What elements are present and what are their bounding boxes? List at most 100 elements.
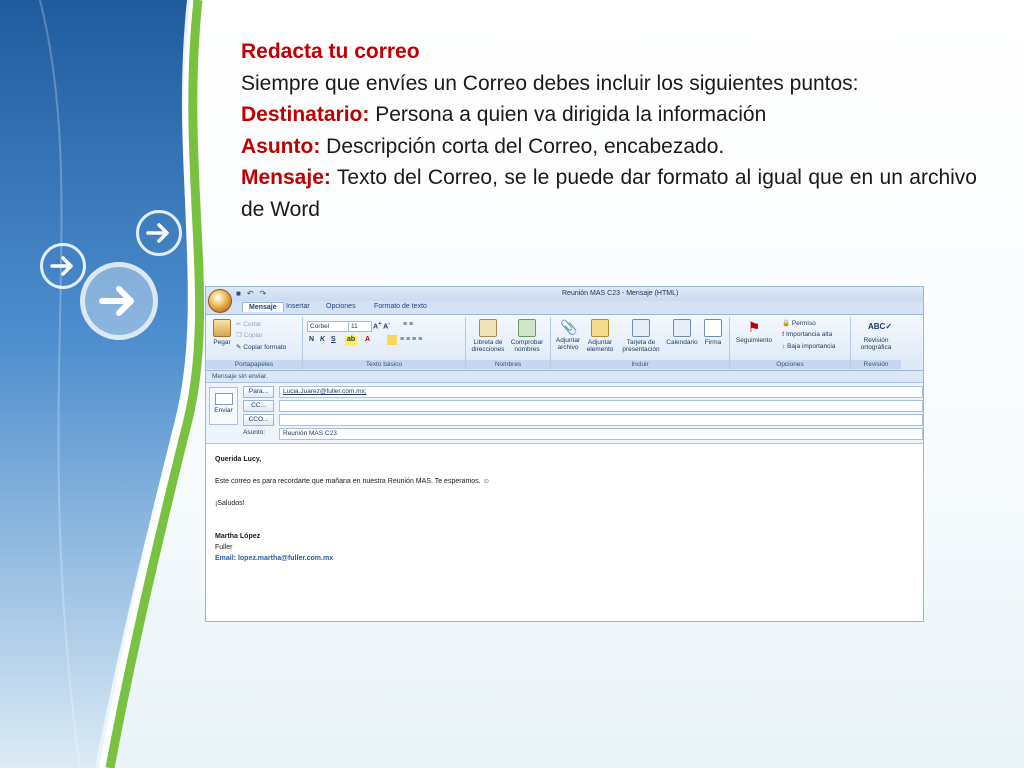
item-destinatario: Destinatario: Persona a quien va dirigid… (241, 99, 977, 131)
info-bar: Mensaje sin enviar. (206, 371, 923, 383)
redo-icon[interactable]: ↷ (260, 289, 267, 298)
italic-button[interactable]: K (320, 336, 325, 346)
message-body[interactable]: Querida Lucy, Este correo es para record… (206, 444, 923, 574)
bullets-button[interactable]: ≡ ≡ (403, 321, 413, 331)
paperclip-icon: 📎 (560, 319, 578, 335)
group-incluir: 📎 Adjuntar archivo Adjuntar elemento Tar… (551, 317, 730, 369)
slide-heading: Redacta tu correo (241, 40, 420, 63)
save-icon[interactable]: ■ (236, 289, 241, 298)
group-label: Revisión (851, 360, 901, 369)
cc-field[interactable] (279, 400, 923, 412)
format-painter-label: Copiar formato (243, 344, 287, 351)
tab-mensaje[interactable]: Mensaje (242, 302, 284, 312)
title-bar: ■ ↶ ↷ Reunión MAS C23 - Mensaje (HTML) (206, 287, 923, 313)
business-card-button[interactable]: Tarjeta de presentación (619, 319, 663, 353)
follow-up-button[interactable]: ⚑ Seguimiento (732, 319, 776, 344)
item-label: Destinatario: (241, 103, 370, 126)
send-button[interactable]: Enviar (209, 387, 238, 425)
group-label: Nombres (466, 360, 550, 369)
spellcheck-icon: ABC✓ (868, 322, 893, 331)
address-book-label: Libreta de direcciones (471, 339, 505, 353)
follow-up-label: Seguimiento (735, 337, 773, 344)
font-family-select[interactable]: Corbel (307, 321, 349, 332)
group-label: Texto básico (303, 360, 465, 369)
tab-formato-texto[interactable]: Formato de texto (374, 303, 427, 310)
address-book-button[interactable]: Libreta de direcciones (470, 319, 506, 353)
to-button[interactable]: Para... (243, 386, 274, 398)
copy-label: Copiar (243, 332, 263, 339)
low-importance-label: Baja importancia (787, 343, 836, 350)
signature-email: Email: lopez.martha@fuller.com.mx (215, 555, 334, 562)
slide-intro: Siempre que envíes un Correo debes inclu… (241, 71, 859, 95)
align-left-button[interactable] (387, 335, 397, 345)
paste-button[interactable]: Pegar (212, 319, 232, 346)
item-text: Persona a quien va dirigida la informaci… (369, 103, 767, 126)
calendar-label: Calendario (666, 339, 698, 346)
spelling-label: Revisión ortográfica (860, 337, 892, 351)
calendar-icon (673, 319, 691, 337)
paste-label: Pegar (213, 339, 231, 346)
attach-item-button[interactable]: Adjuntar elemento (585, 319, 615, 353)
subject-label: Asunto: (243, 429, 266, 436)
group-opciones: ⚑ Seguimiento 🔒 Permiso ! Importancia al… (730, 317, 851, 369)
tab-insertar[interactable]: Insertar (286, 303, 310, 310)
envelope-icon (591, 319, 609, 337)
align-center-button[interactable]: ≡ ≡ ≡ ≡ (400, 336, 422, 346)
check-names-label: Comprobar nombres (510, 339, 544, 353)
copy-button[interactable]: ❐ Copiar (236, 331, 263, 339)
arrow-right-icon (80, 262, 158, 340)
permission-label: Permiso (791, 320, 816, 327)
cut-label: Cortar (243, 321, 262, 328)
attach-file-label: Adjuntar archivo (555, 337, 581, 351)
high-importance-button[interactable]: ! Importancia alta (782, 331, 832, 338)
clipboard-icon (213, 319, 231, 337)
bold-button[interactable]: N (309, 336, 314, 346)
bcc-button[interactable]: CCO... (243, 414, 274, 426)
item-text: Texto del Correo, se le puede dar format… (241, 166, 977, 221)
tab-opciones[interactable]: Opciones (326, 303, 356, 310)
font-size-select[interactable]: 11 (348, 321, 372, 332)
office-button[interactable] (208, 289, 232, 313)
business-card-icon (632, 319, 650, 337)
to-field[interactable]: Lucia.Juarez@fuller.com.mx; (279, 386, 923, 398)
attach-item-label: Adjuntar elemento (586, 339, 614, 353)
group-label: Portapapeles (206, 360, 302, 369)
permission-button[interactable]: 🔒 Permiso (782, 319, 816, 327)
item-mensaje: Mensaje: Texto del Correo, se le puede d… (241, 162, 977, 225)
item-text: Descripción corta del Correo, encabezado… (320, 134, 725, 158)
cut-button[interactable]: ✂ Cortar (236, 320, 261, 328)
address-book-icon (479, 319, 497, 337)
item-label: Asunto: (241, 134, 321, 158)
font-color-button[interactable]: A (365, 336, 370, 346)
high-importance-label: Importancia alta (785, 331, 833, 338)
format-painter-button[interactable]: ✎ Copiar formato (236, 343, 286, 351)
highlight-button[interactable]: ab (345, 336, 358, 346)
body-line: Este correo es para recordarte que mañan… (215, 478, 490, 485)
outlook-compose-window: ■ ↶ ↷ Reunión MAS C23 - Mensaje (HTML) M… (205, 286, 924, 622)
business-card-label: Tarjeta de presentación (622, 339, 660, 353)
arrow-right-icon (136, 210, 182, 256)
attach-file-button[interactable]: 📎 Adjuntar archivo (553, 319, 583, 351)
item-asunto: Asunto: Descripción corta del Correo, en… (241, 131, 977, 163)
decorative-band (0, 0, 205, 768)
bcc-field[interactable] (279, 414, 923, 426)
window-title: Reunión MAS C23 - Mensaje (HTML) (562, 290, 679, 297)
low-importance-button[interactable]: ↓ Baja importancia (782, 343, 835, 350)
underline-button[interactable]: S (331, 336, 336, 346)
header-fields: Enviar Para... Lucia.Juarez@fuller.com.m… (206, 383, 923, 444)
signature-label: Firma (704, 339, 722, 346)
quick-access-toolbar: ■ ↶ ↷ (236, 289, 266, 298)
group-label: Incluir (551, 360, 729, 369)
check-names-button[interactable]: Comprobar nombres (508, 319, 546, 353)
undo-icon[interactable]: ↶ (247, 289, 254, 298)
slide-text: Redacta tu correo Siempre que envíes un … (241, 36, 977, 225)
spelling-button[interactable]: ABC✓ Revisión ortográfica (853, 319, 899, 351)
calendar-button[interactable]: Calendario (665, 319, 699, 346)
greeting: Querida Lucy, (215, 456, 262, 463)
grow-font-button[interactable]: A+ A- (373, 321, 390, 331)
item-label: Mensaje: (241, 166, 331, 189)
cc-button[interactable]: CC... (243, 400, 274, 412)
send-label: Enviar (214, 407, 233, 414)
signature-button[interactable]: Firma (701, 319, 725, 346)
subject-field[interactable]: Reunión MAS C23 (279, 428, 923, 440)
